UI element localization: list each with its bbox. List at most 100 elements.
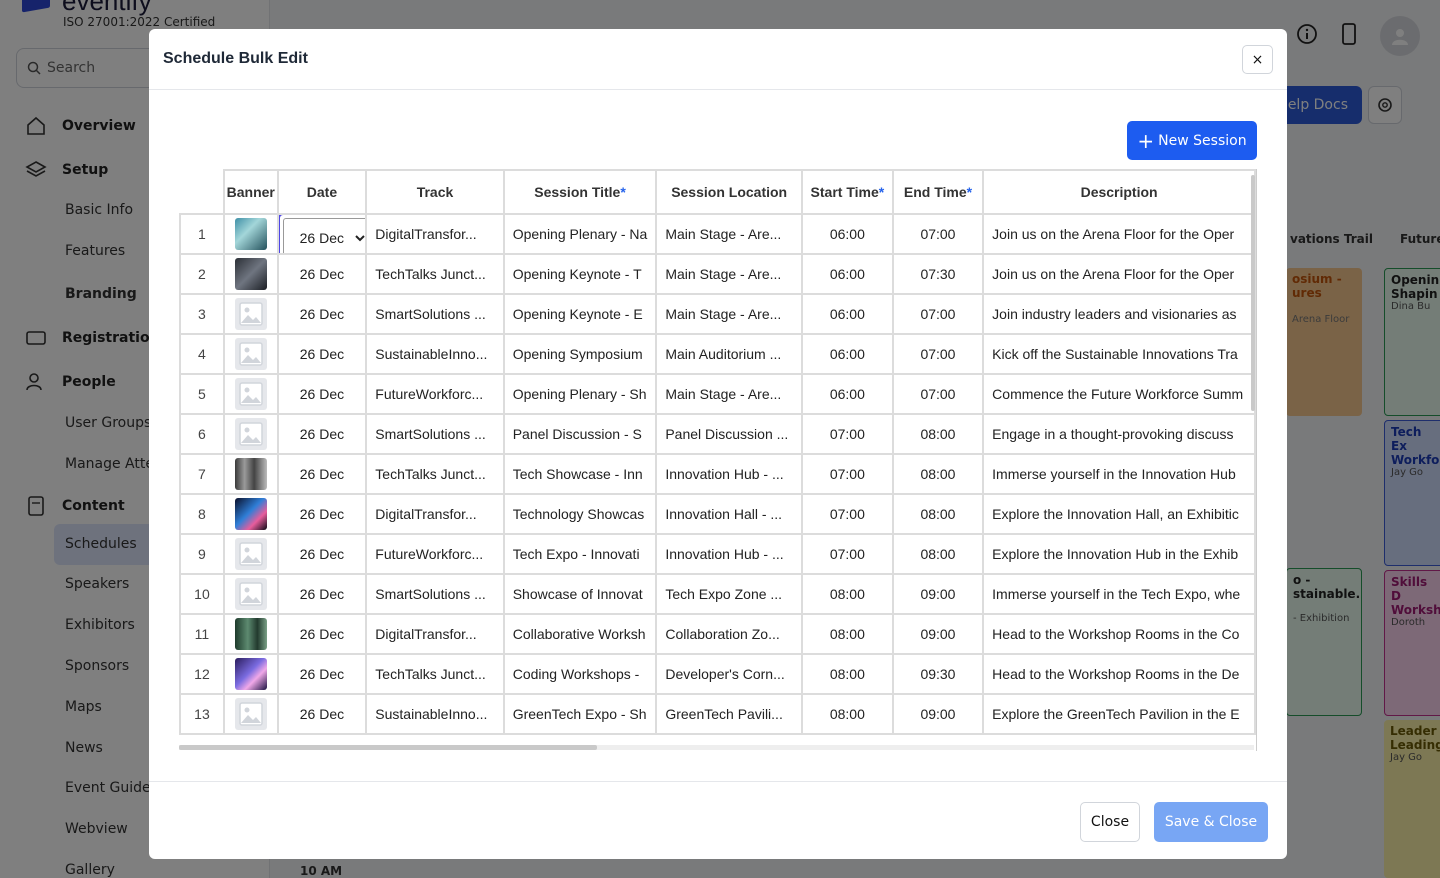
track-cell[interactable]: DigitalTransfor...	[365, 213, 505, 255]
banner-cell[interactable]	[222, 253, 279, 295]
session-title-cell[interactable]: Opening Keynote - E	[502, 293, 658, 335]
description-cell[interactable]: Explore the Innovation Hub in the Exhib	[982, 533, 1256, 575]
session-location-cell[interactable]: Innovation Hub - ...	[655, 533, 803, 575]
track-cell[interactable]: DigitalTransfor...	[365, 493, 505, 535]
close-icon[interactable]: ×	[1242, 45, 1273, 74]
start-time-cell[interactable]: 07:00	[800, 493, 894, 535]
end-time-cell[interactable]: 07:00	[891, 293, 985, 335]
new-session-button[interactable]: + New Session	[1127, 121, 1257, 160]
start-time-cell[interactable]: 07:00	[800, 453, 894, 495]
description-cell[interactable]: Immerse yourself in the Innovation Hub	[982, 453, 1256, 495]
track-cell[interactable]: DigitalTransfor...	[365, 613, 505, 655]
image-placeholder-icon[interactable]	[234, 578, 267, 610]
end-time-cell[interactable]: 09:00	[891, 573, 985, 615]
track-cell[interactable]: TechTalks Junct...	[365, 253, 505, 295]
table-row[interactable]: 2 26 Dec TechTalks Junct... Opening Keynote…	[179, 253, 1256, 295]
session-location-cell[interactable]: Developer's Corn...	[655, 653, 803, 695]
banner-thumbnail[interactable]	[234, 458, 267, 490]
session-title-cell[interactable]: Tech Showcase - Inn	[502, 453, 658, 495]
table-row[interactable]: 11 26 Dec DigitalTransfor... Collaborative …	[179, 613, 1256, 655]
session-location-cell[interactable]: Main Stage - Are...	[655, 253, 803, 295]
banner-cell[interactable]	[222, 653, 279, 695]
session-title-cell[interactable]: Opening Keynote - T	[502, 253, 658, 295]
bulk-edit-grid[interactable]: Banner Date Track Session Title* Session…	[179, 169, 1257, 751]
banner-thumbnail[interactable]	[234, 658, 267, 690]
session-location-cell[interactable]: Main Stage - Are...	[655, 373, 803, 415]
session-location-cell[interactable]: Innovation Hall - ...	[655, 493, 803, 535]
track-cell[interactable]: FutureWorkforc...	[365, 533, 505, 575]
close-button[interactable]: Close	[1080, 802, 1140, 842]
end-time-cell[interactable]: 08:00	[891, 413, 985, 455]
table-row[interactable]: 5 26 Dec FutureWorkforc... Opening Plenary …	[179, 373, 1256, 415]
end-time-cell[interactable]: 07:00	[891, 373, 985, 415]
session-title-cell[interactable]: Collaborative Worksh	[502, 613, 658, 655]
table-row[interactable]: 7 26 Dec TechTalks Junct... Tech Showcase -…	[179, 453, 1256, 495]
description-cell[interactable]: Head to the Workshop Rooms in the Co	[982, 613, 1256, 655]
banner-cell[interactable]	[222, 293, 279, 335]
date-cell[interactable]: 26 Dec	[276, 293, 368, 335]
track-cell[interactable]: FutureWorkforc...	[365, 373, 505, 415]
table-row[interactable]: 1 26 Dec DigitalTransfor... Opening Plenary…	[179, 213, 1256, 255]
banner-thumbnail[interactable]	[234, 618, 267, 650]
session-location-cell[interactable]: Tech Expo Zone ...	[655, 573, 803, 615]
description-cell[interactable]: Explore the Innovation Hall, an Exhibiti…	[982, 493, 1256, 535]
start-time-cell[interactable]: 06:00	[800, 293, 894, 335]
image-placeholder-icon[interactable]	[234, 418, 267, 450]
description-cell[interactable]: Engage in a thought-provoking discuss	[982, 413, 1256, 455]
description-cell[interactable]: Join industry leaders and visionaries as	[982, 293, 1256, 335]
banner-cell[interactable]	[222, 493, 279, 535]
start-time-cell[interactable]: 08:00	[800, 653, 894, 695]
image-placeholder-icon[interactable]	[234, 698, 267, 730]
start-time-cell[interactable]: 08:00	[800, 613, 894, 655]
col-header-banner[interactable]: Banner	[222, 169, 279, 215]
date-cell[interactable]: 26 Dec	[276, 693, 368, 735]
track-cell[interactable]: SustainableInno...	[365, 333, 505, 375]
description-cell[interactable]: Commence the Future Workforce Summ	[982, 373, 1256, 415]
track-cell[interactable]: SustainableInno...	[365, 693, 505, 735]
start-time-cell[interactable]: 08:00	[800, 693, 894, 735]
date-cell[interactable]: 26 Dec	[276, 653, 368, 695]
start-time-cell[interactable]: 06:00	[800, 253, 894, 295]
date-dropdown[interactable]: 26 Dec	[282, 218, 365, 252]
session-location-cell[interactable]: Innovation Hub - ...	[655, 453, 803, 495]
table-row[interactable]: 13 26 Dec SustainableInno... GreenTech Expo…	[179, 693, 1256, 735]
description-cell[interactable]: Kick off the Sustainable Innovations Tra	[982, 333, 1256, 375]
start-time-cell[interactable]: 08:00	[800, 573, 894, 615]
col-header-session-title[interactable]: Session Title*	[502, 169, 658, 215]
date-cell[interactable]: 26 Dec	[276, 453, 368, 495]
banner-cell[interactable]	[222, 373, 279, 415]
track-cell[interactable]: SmartSolutions ...	[365, 573, 505, 615]
image-placeholder-icon[interactable]	[234, 338, 267, 370]
description-cell[interactable]: Join us on the Arena Floor for the Oper	[982, 253, 1256, 295]
col-header-end-time[interactable]: End Time*	[891, 169, 985, 215]
col-header-track[interactable]: Track	[365, 169, 505, 215]
date-cell[interactable]: 26 Dec	[276, 213, 368, 255]
table-row[interactable]: 8 26 Dec DigitalTransfor... Technology Show…	[179, 493, 1256, 535]
session-title-cell[interactable]: Coding Workshops -	[502, 653, 658, 695]
save-and-close-button[interactable]: Save & Close	[1154, 802, 1268, 842]
table-row[interactable]: 10 26 Dec SmartSolutions ... Showcase of In…	[179, 573, 1256, 615]
end-time-cell[interactable]: 09:00	[891, 613, 985, 655]
date-cell[interactable]: 26 Dec	[276, 493, 368, 535]
banner-cell[interactable]	[222, 533, 279, 575]
banner-cell[interactable]	[222, 213, 279, 255]
col-header-start-time[interactable]: Start Time*	[800, 169, 894, 215]
banner-thumbnail[interactable]	[234, 258, 267, 290]
col-header-date[interactable]: Date	[276, 169, 368, 215]
date-cell[interactable]: 26 Dec	[276, 413, 368, 455]
banner-cell[interactable]	[222, 693, 279, 735]
description-cell[interactable]: Immerse yourself in the Tech Expo, whe	[982, 573, 1256, 615]
track-cell[interactable]: TechTalks Junct...	[365, 653, 505, 695]
end-time-cell[interactable]: 07:30	[891, 253, 985, 295]
banner-cell[interactable]	[222, 333, 279, 375]
start-time-cell[interactable]: 07:00	[800, 413, 894, 455]
image-placeholder-icon[interactable]	[234, 378, 267, 410]
image-placeholder-icon[interactable]	[234, 298, 267, 330]
end-time-cell[interactable]: 07:00	[891, 333, 985, 375]
session-title-cell[interactable]: Opening Plenary - Na	[502, 213, 658, 255]
date-select-focused[interactable]: 26 Dec	[279, 216, 365, 252]
session-location-cell[interactable]: GreenTech Pavili...	[655, 693, 803, 735]
end-time-cell[interactable]: 08:00	[891, 533, 985, 575]
horizontal-scrollbar[interactable]	[179, 745, 1254, 750]
date-cell[interactable]: 26 Dec	[276, 573, 368, 615]
